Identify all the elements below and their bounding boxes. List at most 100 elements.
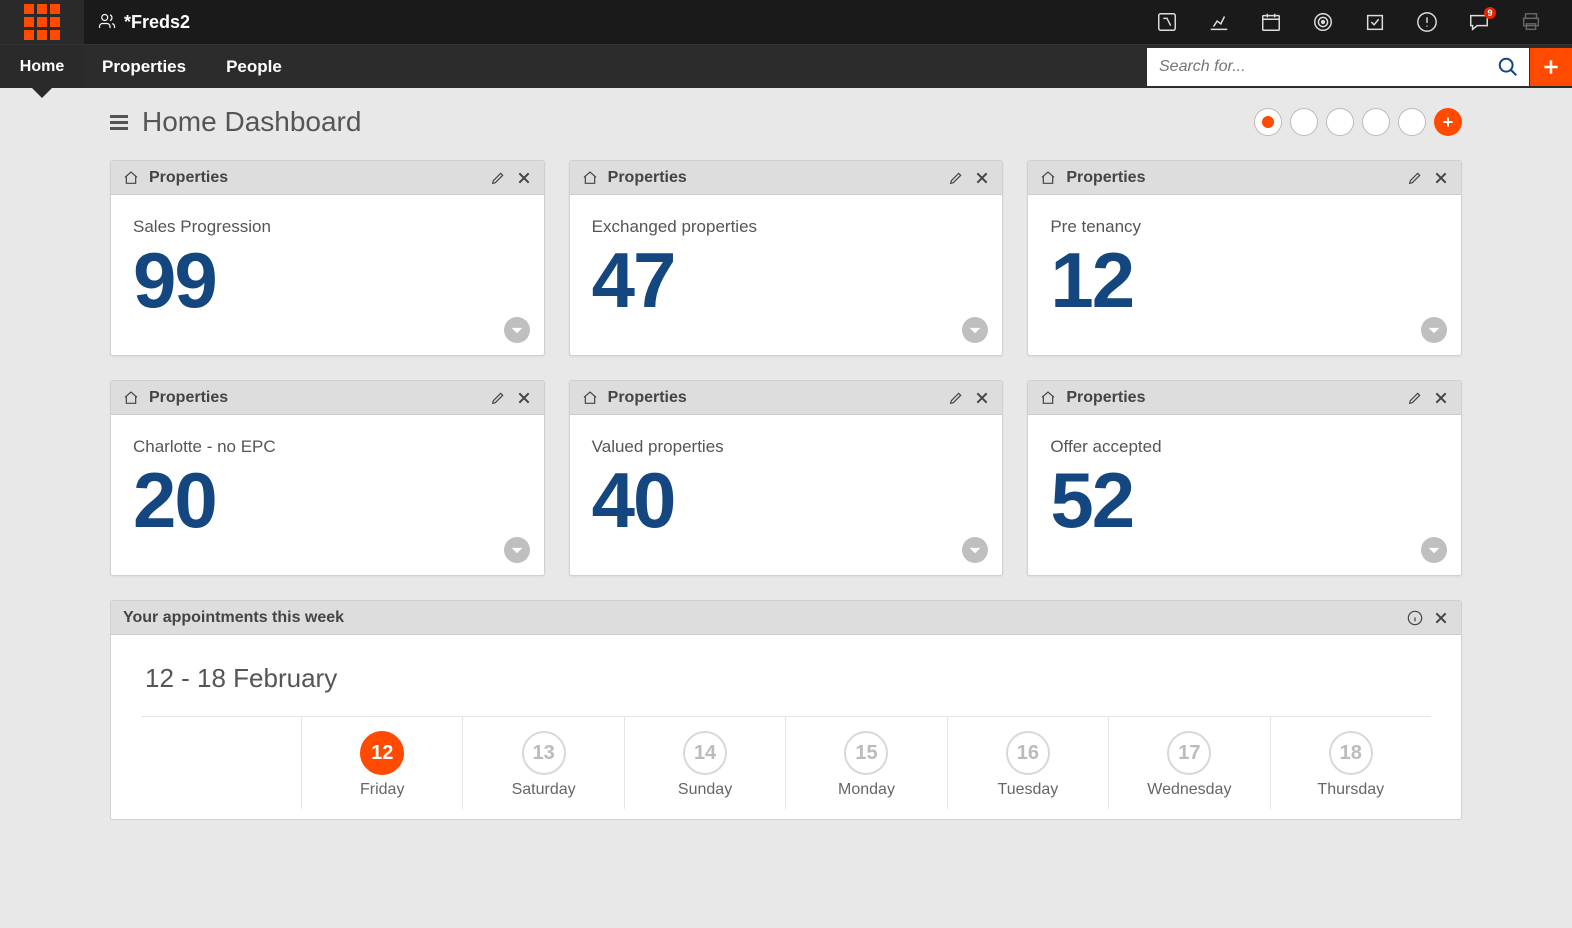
- day-blank: [141, 717, 301, 809]
- close-icon[interactable]: [1433, 390, 1449, 406]
- metric-label: Pre tenancy: [1050, 217, 1439, 237]
- expand-icon[interactable]: [504, 537, 530, 563]
- app-launcher[interactable]: [0, 0, 84, 44]
- dashboard-dot-4[interactable]: [1362, 108, 1390, 136]
- edit-icon[interactable]: [1407, 390, 1423, 406]
- day-name: Monday: [786, 781, 946, 799]
- add-new-button[interactable]: [1530, 48, 1572, 86]
- home-icon: [1040, 390, 1056, 406]
- widget-title: Properties: [608, 169, 687, 187]
- day-number: 14: [683, 731, 727, 775]
- day-name: Wednesday: [1109, 781, 1269, 799]
- search-button[interactable]: [1487, 48, 1529, 86]
- widget-body: Charlotte - no EPC 20: [111, 415, 544, 575]
- nav-links: Properties People: [84, 45, 1147, 88]
- day-name: Tuesday: [948, 781, 1108, 799]
- day-name: Sunday: [625, 781, 785, 799]
- edit-icon[interactable]: [948, 390, 964, 406]
- team-name-label: *Freds2: [124, 12, 190, 33]
- widget-header: Properties: [570, 161, 1003, 195]
- search-wrap: [1147, 45, 1572, 88]
- expand-icon[interactable]: [1421, 317, 1447, 343]
- nav-properties[interactable]: Properties: [102, 57, 186, 77]
- reports-icon[interactable]: [1156, 11, 1178, 33]
- close-icon[interactable]: [516, 390, 532, 406]
- day-cell[interactable]: 15 Monday: [785, 717, 946, 809]
- day-cell[interactable]: 16 Tuesday: [947, 717, 1108, 809]
- expand-icon[interactable]: [504, 317, 530, 343]
- close-icon[interactable]: [1433, 170, 1449, 186]
- top-icon-bar: 9: [1156, 0, 1572, 44]
- appointments-panel: Your appointments this week 12 - 18 Febr…: [110, 600, 1462, 820]
- home-icon: [582, 390, 598, 406]
- metric-value: 12: [1050, 241, 1439, 319]
- day-cell[interactable]: 13 Saturday: [462, 717, 623, 809]
- widget-body: Exchanged properties 47: [570, 195, 1003, 355]
- widgets-grid: Properties Sales Progression 99 Properti…: [110, 160, 1462, 576]
- print-icon[interactable]: [1520, 11, 1542, 33]
- day-cell[interactable]: 12 Friday: [301, 717, 462, 809]
- close-icon[interactable]: [974, 170, 990, 186]
- dashboard-dot-2[interactable]: [1290, 108, 1318, 136]
- metric-label: Sales Progression: [133, 217, 522, 237]
- dashboard-dot-5[interactable]: [1398, 108, 1426, 136]
- metric-label: Valued properties: [592, 437, 981, 457]
- widget-body: Sales Progression 99: [111, 195, 544, 355]
- home-icon: [1040, 170, 1056, 186]
- widget-header: Properties: [570, 381, 1003, 415]
- appointments-header: Your appointments this week: [111, 601, 1461, 635]
- widget-card: Properties Charlotte - no EPC 20: [110, 380, 545, 576]
- metric-label: Exchanged properties: [592, 217, 981, 237]
- search-input[interactable]: [1147, 48, 1487, 86]
- close-icon[interactable]: [1433, 610, 1449, 626]
- alert-icon[interactable]: [1416, 11, 1438, 33]
- home-icon: [123, 170, 139, 186]
- day-number: 18: [1329, 731, 1373, 775]
- users-icon: [98, 13, 116, 31]
- chart-icon[interactable]: [1208, 11, 1230, 33]
- widget-body: Pre tenancy 12: [1028, 195, 1461, 355]
- calendar-icon[interactable]: [1260, 11, 1282, 33]
- edit-icon[interactable]: [1407, 170, 1423, 186]
- close-icon[interactable]: [516, 170, 532, 186]
- dashboard-dot-1[interactable]: [1254, 108, 1282, 136]
- target-icon[interactable]: [1312, 11, 1334, 33]
- tasks-icon[interactable]: [1364, 11, 1386, 33]
- dashboard-dot-3[interactable]: [1326, 108, 1354, 136]
- day-cell[interactable]: 14 Sunday: [624, 717, 785, 809]
- edit-icon[interactable]: [490, 170, 506, 186]
- nav-home[interactable]: Home: [0, 45, 84, 88]
- menu-toggle-icon[interactable]: [110, 115, 128, 130]
- expand-icon[interactable]: [962, 537, 988, 563]
- metric-value: 52: [1050, 461, 1439, 539]
- days-row: 12 Friday 13 Saturday 14 Sunday 15 Monda…: [141, 716, 1431, 809]
- edit-icon[interactable]: [948, 170, 964, 186]
- team-name-display[interactable]: *Freds2: [84, 0, 1156, 44]
- metric-value: 20: [133, 461, 522, 539]
- home-icon: [582, 170, 598, 186]
- nav-people[interactable]: People: [226, 57, 282, 77]
- close-icon[interactable]: [974, 390, 990, 406]
- page-header: Home Dashboard: [110, 106, 1462, 138]
- chat-icon[interactable]: 9: [1468, 11, 1490, 33]
- widget-header: Properties: [1028, 381, 1461, 415]
- info-icon[interactable]: [1407, 610, 1423, 626]
- metric-value: 47: [592, 241, 981, 319]
- metric-label: Charlotte - no EPC: [133, 437, 522, 457]
- nav-home-label: Home: [20, 58, 64, 76]
- grid-icon: [24, 4, 60, 40]
- widget-title: Properties: [149, 169, 228, 187]
- metric-label: Offer accepted: [1050, 437, 1439, 457]
- widget-card: Properties Valued properties 40: [569, 380, 1004, 576]
- day-cell[interactable]: 17 Wednesday: [1108, 717, 1269, 809]
- expand-icon[interactable]: [962, 317, 988, 343]
- home-icon: [123, 390, 139, 406]
- edit-icon[interactable]: [490, 390, 506, 406]
- nav-bar: Home Properties People: [0, 44, 1572, 88]
- expand-icon[interactable]: [1421, 537, 1447, 563]
- widget-title: Properties: [149, 389, 228, 407]
- widget-header: Properties: [111, 381, 544, 415]
- day-cell[interactable]: 18 Thursday: [1270, 717, 1431, 809]
- add-dashboard-button[interactable]: [1434, 108, 1462, 136]
- page-title: Home Dashboard: [142, 106, 361, 138]
